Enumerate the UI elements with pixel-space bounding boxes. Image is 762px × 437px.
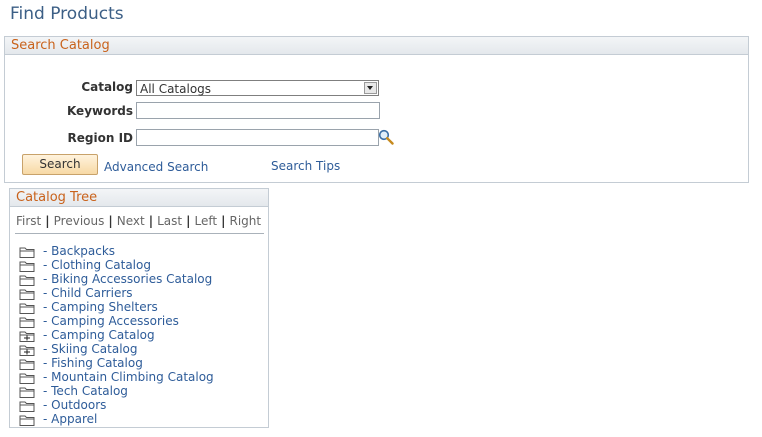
tree-item-label[interactable]: - Camping Shelters [43,300,158,314]
tree-item-label[interactable]: - Apparel [43,412,97,426]
folder-plus-icon[interactable] [19,343,35,356]
folder-plus-icon[interactable] [19,329,35,342]
nav-separator: | [221,214,226,228]
tree-item-label[interactable]: - Camping Catalog [43,328,155,342]
folder-icon [19,387,35,398]
catalog-tree-header: Catalog Tree [10,189,268,207]
nav-right-link[interactable]: Right [229,214,261,228]
catalog-label: Catalog [81,80,133,94]
folder-icon [19,359,35,370]
chevron-down-icon[interactable] [364,82,377,94]
divider [15,233,264,234]
tree-item-label[interactable]: - Clothing Catalog [43,258,151,272]
tree-item-label[interactable]: - Outdoors [43,398,106,412]
region-id-label: Region ID [67,131,133,145]
nav-next-link[interactable]: Next [117,214,145,228]
nav-separator: | [45,214,50,228]
folder-icon [19,303,35,314]
tree-navigation: First | Previous | Next | Last | Left | Right [16,214,261,228]
tree-item-label[interactable]: - Child Carriers [43,286,133,300]
folder-icon [19,373,35,384]
keywords-input[interactable] [136,102,380,119]
region-id-input[interactable] [136,129,379,146]
search-tips-link[interactable]: Search Tips [271,159,340,173]
tree-item-label[interactable]: - Tech Catalog [43,384,128,398]
page-title: Find Products [10,4,124,24]
catalog-tree-panel: Catalog Tree First | Previous | Next | Last | Le… [9,188,269,428]
tree-item-label[interactable]: - Backpacks [43,244,115,258]
tree-item-label[interactable]: - Biking Accessories Catalog [43,272,212,286]
tree-item-label[interactable]: - Skiing Catalog [43,342,138,356]
folder-icon [19,289,35,300]
nav-separator: | [148,214,154,228]
magnifier-lookup-icon[interactable] [378,129,394,145]
catalog-select[interactable]: All Catalogs [136,80,379,96]
tree-item-label[interactable]: - Camping Accessories [43,314,179,328]
nav-separator: | [186,214,191,228]
nav-first-link[interactable]: First [16,214,41,228]
folder-icon [19,247,35,258]
folder-icon [19,415,35,426]
keywords-label: Keywords [66,104,133,118]
search-catalog-header: Search Catalog [5,37,748,55]
nav-left-link[interactable]: Left [195,214,218,228]
search-catalog-panel: Search Catalog Catalog All Catalogs Keyw… [4,36,749,183]
search-button[interactable]: Search [22,154,98,175]
folder-icon [19,317,35,328]
tree-item-label[interactable]: - Mountain Climbing Catalog [43,370,214,384]
folder-icon [19,401,35,412]
folder-icon [19,261,35,272]
nav-last-link[interactable]: Last [157,214,182,228]
nav-separator: | [108,214,113,228]
folder-icon [19,275,35,286]
catalog-select-value: All Catalogs [140,82,212,96]
advanced-search-link[interactable]: Advanced Search [104,160,208,174]
nav-previous-link[interactable]: Previous [54,214,105,228]
tree-item-label[interactable]: - Fishing Catalog [43,356,143,370]
